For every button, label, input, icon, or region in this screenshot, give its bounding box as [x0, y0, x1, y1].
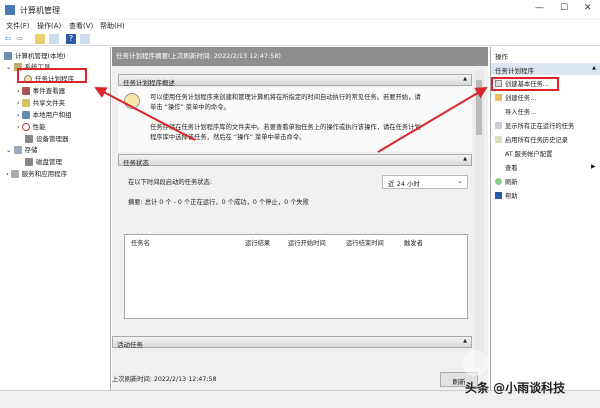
watermark-site: luyouqi.com: [514, 366, 557, 374]
watermark-author: 头条 @小雨谈科技: [465, 381, 566, 395]
watermark-logo: [462, 350, 488, 376]
arrow-to-task-scheduler: [94, 87, 196, 141]
arrow-to-create-basic-task: [377, 86, 488, 153]
annotation-arrows: [94, 86, 488, 153]
